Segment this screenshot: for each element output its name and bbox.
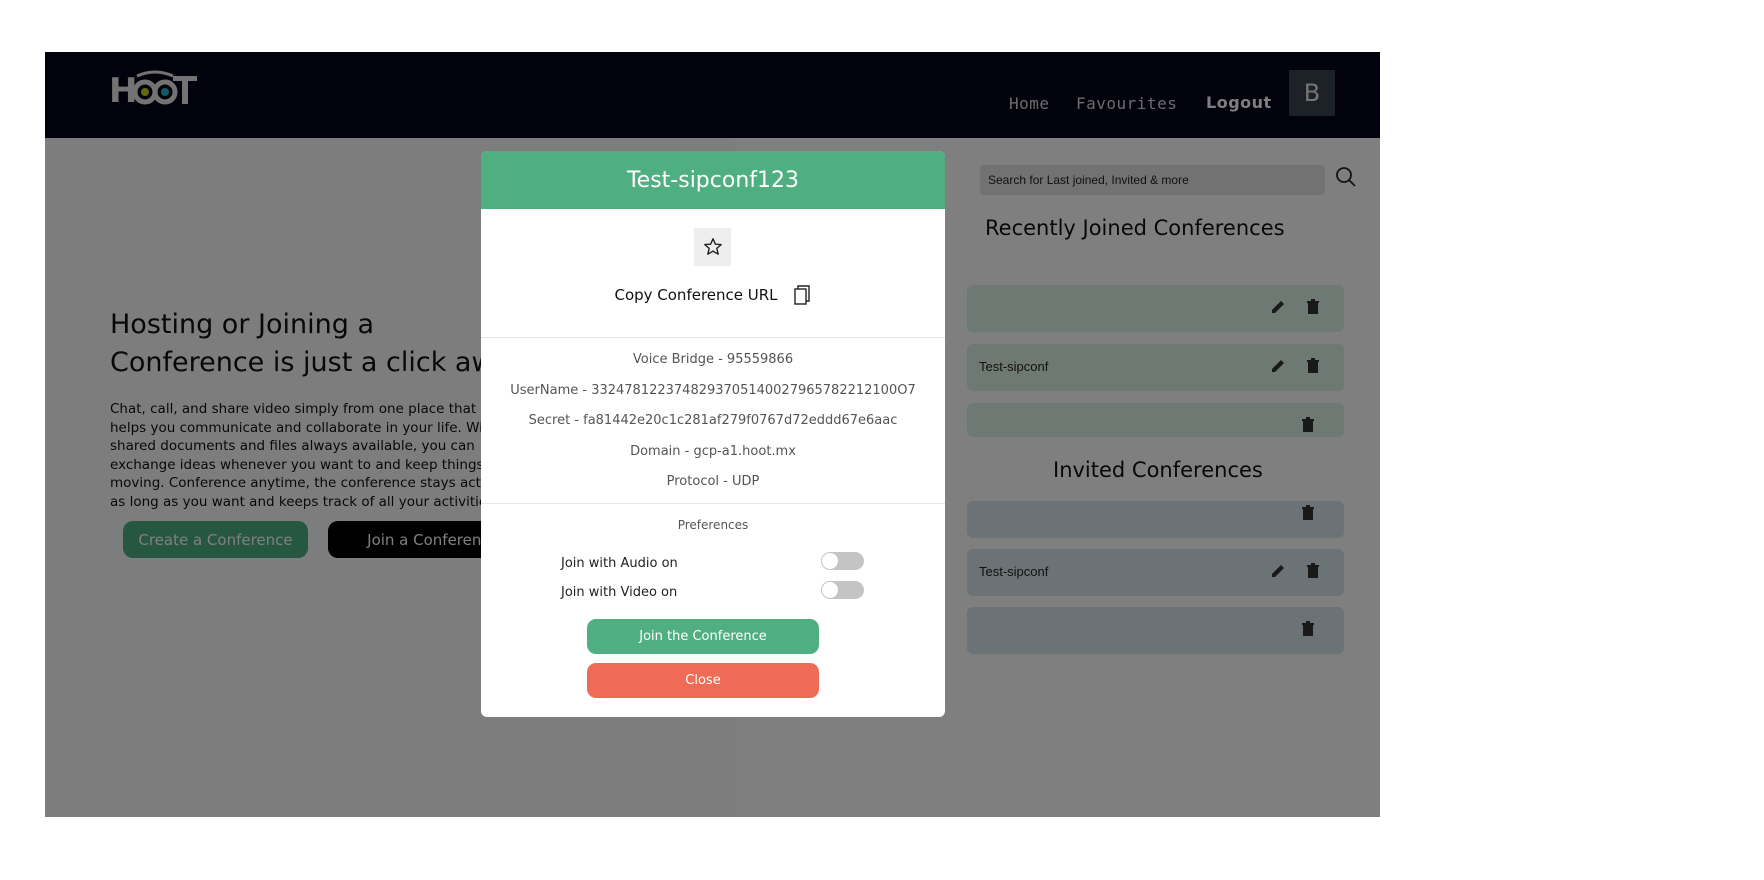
conference-details-modal: Test-sipconf123 Copy Conference URL Voic… [481, 151, 945, 717]
toggle-knob [822, 553, 838, 569]
audio-preference-label: Join with Audio on [561, 556, 678, 571]
divider [481, 503, 945, 504]
toggle-knob [822, 582, 838, 598]
modal-title: Test-sipconf123 [481, 151, 945, 209]
secret-text: Secret - fa81442e20c1c281af279f0767d72ed… [528, 413, 898, 428]
favourite-button[interactable] [694, 228, 731, 266]
copy-icon[interactable] [792, 284, 812, 306]
audio-toggle[interactable] [821, 552, 864, 570]
video-toggle[interactable] [821, 581, 864, 599]
voice-bridge-text: Voice Bridge - 95559866 [632, 352, 794, 367]
preferences-title: Preferences [677, 518, 749, 532]
copy-url-label[interactable]: Copy Conference URL [614, 286, 777, 304]
video-preference-label: Join with Video on [561, 585, 678, 600]
username-text: UserName - 33247812237482937051400279657… [510, 383, 916, 398]
protocol-text: Protocol - UDP [666, 474, 760, 489]
copy-url-row[interactable]: Copy Conference URL [481, 284, 945, 306]
join-the-conference-button[interactable]: Join the Conference [587, 619, 819, 654]
close-button[interactable]: Close [587, 663, 819, 698]
star-icon [703, 238, 722, 255]
domain-text: Domain - gcp-a1.hoot.mx [630, 444, 796, 459]
divider [481, 337, 945, 338]
